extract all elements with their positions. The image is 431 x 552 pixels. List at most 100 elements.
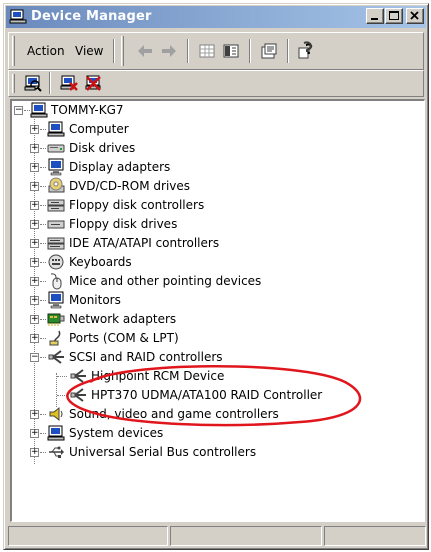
- toolbar-grip[interactable]: [12, 74, 15, 93]
- grid-view-icon[interactable]: [197, 41, 217, 61]
- minimize-icon: [371, 18, 378, 20]
- toolbar-grip[interactable]: [121, 36, 124, 66]
- tree-connector: [40, 357, 46, 358]
- maximize-icon: [389, 11, 399, 20]
- expand-icon[interactable]: +: [30, 125, 39, 134]
- expand-icon[interactable]: +: [30, 296, 39, 305]
- tree-item-computer[interactable]: + Computer: [29, 120, 409, 138]
- tree-connector: [40, 281, 46, 282]
- expand-icon[interactable]: +: [30, 239, 39, 248]
- tree-item-label: Sound, video and game controllers: [69, 407, 279, 421]
- toolbar-separator: [49, 72, 51, 94]
- maximize-button[interactable]: [385, 8, 403, 24]
- tree-item-keyboards[interactable]: + Keyboards: [29, 253, 409, 271]
- computer-icon: [30, 102, 48, 118]
- menu-grip[interactable]: [12, 36, 15, 66]
- tree-item-floppy-disk-drives[interactable]: + Floppy disk drives: [29, 215, 409, 233]
- tree-item-label: Highpoint RCM Device: [91, 369, 225, 383]
- update-driver-icon[interactable]: [59, 73, 79, 93]
- tree-connector: [40, 243, 46, 244]
- tree-item-label: Keyboards: [69, 255, 132, 269]
- expand-icon[interactable]: +: [30, 277, 39, 286]
- expand-icon[interactable]: +: [30, 448, 39, 457]
- tree-item-label: IDE ATA/ATAPI controllers: [69, 236, 220, 250]
- expand-icon[interactable]: +: [30, 334, 39, 343]
- usb-icon: [49, 446, 64, 458]
- tree-connector: [40, 338, 46, 339]
- forward-arrow-icon[interactable]: [159, 41, 179, 61]
- tree-item-system-devices[interactable]: + System devices: [29, 424, 409, 442]
- status-pane: [324, 526, 426, 546]
- device-tree[interactable]: − TOMMY-KG7 + Computer + Disk drives + D…: [10, 99, 425, 522]
- expand-icon[interactable]: +: [30, 258, 39, 267]
- tree-item-dvd-cdrom-drives[interactable]: + DVD/CD-ROM drives: [29, 177, 409, 195]
- close-button[interactable]: [406, 8, 424, 24]
- system-device-icon: [47, 425, 65, 441]
- tree-item-network-adapters[interactable]: + Network adapters: [29, 310, 409, 328]
- tree-connector: [40, 300, 46, 301]
- tree-item-label: Floppy disk controllers: [69, 198, 205, 212]
- tree-item-disk-drives[interactable]: + Disk drives: [29, 139, 409, 157]
- tree-root[interactable]: − TOMMY-KG7: [12, 101, 212, 119]
- menu-view[interactable]: View: [75, 44, 103, 58]
- tree-item-label: Universal Serial Bus controllers: [69, 445, 257, 459]
- tree-item-label: Disk drives: [69, 141, 136, 155]
- ide-controller-icon: [47, 237, 65, 250]
- tree-item-label: Display adapters: [69, 160, 171, 174]
- menu-action[interactable]: Action: [27, 44, 65, 58]
- scsi-controller-icon: [70, 369, 86, 383]
- toolbar-separator: [249, 39, 251, 63]
- tree-item-sound-video-game[interactable]: + Sound, video and game controllers: [29, 405, 409, 423]
- scsi-controller-icon: [70, 388, 86, 402]
- collapse-icon[interactable]: −: [30, 353, 39, 362]
- tree-connector: [57, 395, 67, 396]
- minimize-button[interactable]: [366, 8, 384, 24]
- device-manager-window: Device Manager Action View ? − TOMMY-KG7…: [3, 3, 429, 550]
- expand-icon[interactable]: +: [30, 220, 39, 229]
- tree-connector: [40, 129, 46, 130]
- status-bar: [8, 526, 426, 546]
- status-pane: [8, 526, 168, 546]
- tree-item-display-adapters[interactable]: + Display adapters: [29, 158, 409, 176]
- tree-connector: [40, 433, 46, 434]
- expand-icon[interactable]: +: [30, 315, 39, 324]
- tree-item-hpt370-raid-controller[interactable]: HPT370 UDMA/ATA100 RAID Controller: [51, 386, 411, 404]
- expand-icon[interactable]: +: [30, 410, 39, 419]
- expand-icon[interactable]: +: [30, 182, 39, 191]
- tree-item-ports[interactable]: + Ports (COM & LPT): [29, 329, 409, 347]
- back-arrow-icon[interactable]: [135, 41, 155, 61]
- expand-icon[interactable]: +: [30, 429, 39, 438]
- display-adapter-icon: [48, 158, 64, 176]
- port-icon: [49, 330, 61, 346]
- tree-item-label: Monitors: [69, 293, 121, 307]
- tree-connector: [40, 205, 46, 206]
- tree-item-ide-ata-atapi-controllers[interactable]: + IDE ATA/ATAPI controllers: [29, 234, 409, 252]
- tree-item-scsi-raid-controllers[interactable]: − SCSI and RAID controllers: [29, 348, 409, 366]
- show-hide-tree-icon[interactable]: [221, 41, 241, 61]
- help-icon[interactable]: ?: [297, 40, 317, 60]
- status-pane: [170, 526, 322, 546]
- toolbar-separator: [113, 39, 115, 63]
- tree-connector: [57, 376, 67, 377]
- scan-hardware-icon[interactable]: [23, 73, 43, 93]
- toolbar-separator: [287, 39, 289, 63]
- title-bar[interactable]: Device Manager: [6, 6, 426, 28]
- tree-item-label: HPT370 UDMA/ATA100 RAID Controller: [91, 388, 323, 402]
- expand-icon[interactable]: +: [30, 144, 39, 153]
- tree-item-mice[interactable]: + Mice and other pointing devices: [29, 272, 409, 290]
- tree-item-floppy-disk-controllers[interactable]: + Floppy disk controllers: [29, 196, 409, 214]
- floppy-drive-icon: [47, 220, 65, 229]
- expand-icon[interactable]: +: [30, 163, 39, 172]
- keyboard-icon: [48, 254, 64, 270]
- tree-item-usb-controllers[interactable]: + Universal Serial Bus controllers: [29, 443, 409, 461]
- tree-item-label: SCSI and RAID controllers: [69, 350, 223, 364]
- expand-icon[interactable]: +: [30, 201, 39, 210]
- tree-item-label: Ports (COM & LPT): [69, 331, 179, 345]
- uninstall-device-icon[interactable]: [83, 73, 103, 93]
- collapse-icon[interactable]: −: [14, 106, 23, 115]
- properties-icon[interactable]: [259, 41, 279, 61]
- tree-item-monitors[interactable]: + Monitors: [29, 291, 409, 309]
- tree-connector: [40, 148, 46, 149]
- tree-item-highpoint-rcm-device[interactable]: Highpoint RCM Device: [51, 367, 391, 385]
- monitor-icon: [48, 291, 64, 309]
